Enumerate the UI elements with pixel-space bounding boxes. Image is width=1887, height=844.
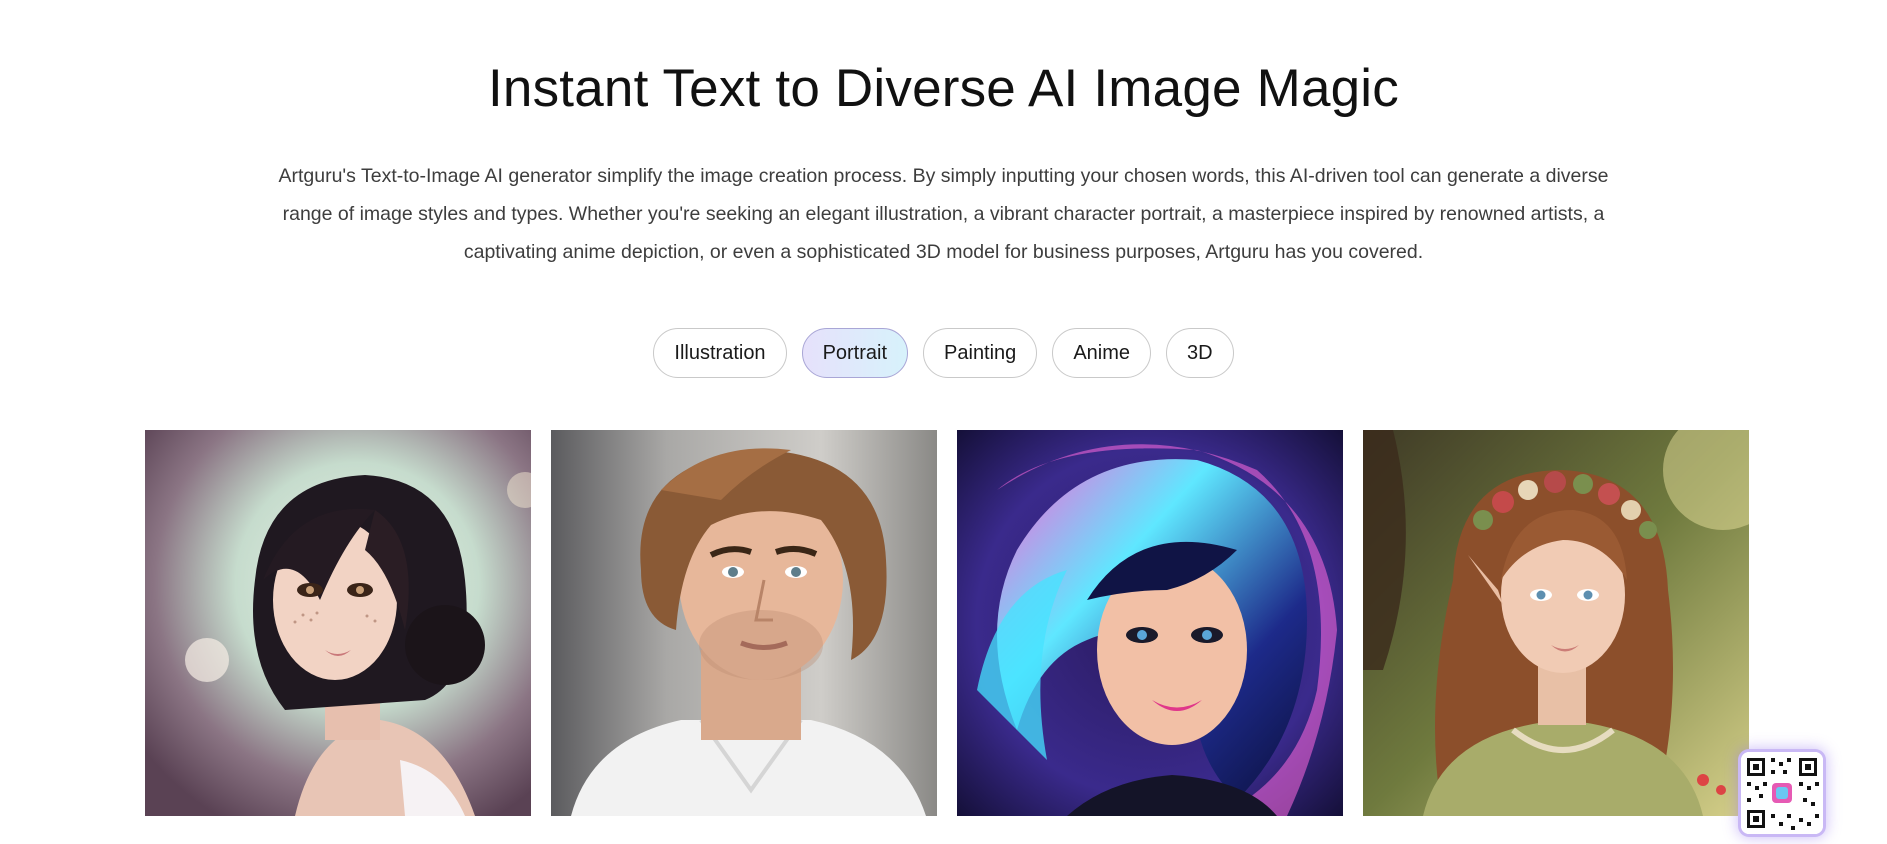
style-tabs: Illustration Portrait Painting Anime 3D [0, 328, 1887, 378]
page-description: Artguru's Text-to-Image AI generator sim… [278, 165, 1609, 263]
tab-anime[interactable]: Anime [1052, 328, 1152, 378]
image-gallery [145, 430, 1749, 816]
page-title: Instant Text to Diverse AI Image Magic [488, 59, 1399, 118]
page: Instant Text to Diverse AI Image Magic A… [0, 0, 1887, 844]
portrait-woman-freckles-image[interactable] [145, 430, 531, 816]
qr-code-icon[interactable] [1741, 752, 1823, 834]
portrait-elf-girl-flower-crown-image[interactable] [1363, 430, 1749, 816]
tab-painting[interactable]: Painting [923, 328, 1038, 378]
portrait-man-curly-hair-image[interactable] [551, 430, 937, 816]
tab-illustration[interactable]: Illustration [653, 328, 787, 378]
tab-3d[interactable]: 3D [1166, 328, 1234, 378]
tab-portrait[interactable]: Portrait [801, 328, 909, 378]
portrait-woman-neon-hair-image[interactable] [957, 430, 1343, 816]
